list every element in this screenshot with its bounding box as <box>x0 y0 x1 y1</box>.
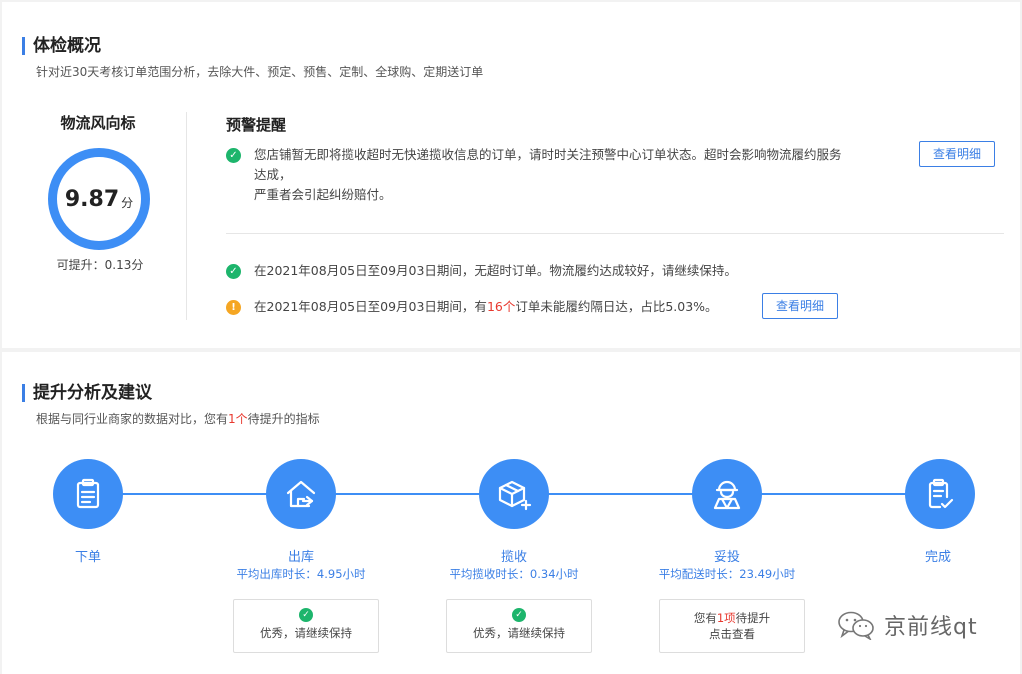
watermark: 京前线qt <box>836 609 978 641</box>
card-text: 优秀，请继续保持 <box>260 626 352 640</box>
alert-count: 16个 <box>486 299 516 314</box>
horizontal-divider <box>226 233 1004 234</box>
step-pickup[interactable] <box>479 459 549 529</box>
view-details-button[interactable]: 查看明细 <box>762 293 838 319</box>
check-circle-icon: ✓ <box>512 608 526 622</box>
warning-circle-icon: ! <box>226 300 241 315</box>
alert-text: 在2021年08月05日至09月03日期间，无超时订单。物流履约达成较好，请继续… <box>254 263 737 278</box>
package-pickup-icon <box>498 480 532 511</box>
alert-line: 达成， <box>254 167 292 182</box>
alert-line: 严重者会引起纠纷赔付。 <box>254 187 392 202</box>
step-metric: 平均配送时长：23.49小时 <box>658 567 796 581</box>
alert-text: 在2021年08月05日至09月03日期间，有16个订单未能履约隔日达，占比5.… <box>254 297 766 317</box>
wechat-icon <box>838 611 874 640</box>
alert-item: ✓ 您店铺暂无即将揽收超时无快递揽收信息的订单，请时时关注预警中心订单状态。超时… <box>226 145 926 205</box>
card-text: 您有1项待提升 <box>660 610 804 626</box>
analysis-count: 1个 <box>228 412 248 426</box>
step-order[interactable] <box>53 459 123 529</box>
card-text-post: 待提升 <box>735 611 771 625</box>
step-label: 完成 <box>924 550 951 565</box>
analysis-subtitle-post: 待提升的指标 <box>247 412 320 426</box>
analysis-title: 提升分析及建议 <box>22 383 152 403</box>
analysis-subtitle-pre: 根据与同行业商家的数据对比，您有 <box>36 412 229 426</box>
alert-text-pre: 在2021年08月05日至09月03日期间，有 <box>254 299 487 314</box>
overview-title: 体检概况 <box>22 36 101 56</box>
watermark-text: 京前线qt <box>884 615 978 640</box>
outbound-result-card: ✓ 优秀，请继续保持 <box>233 599 379 653</box>
improve-text: 可提升：0.13分 <box>56 258 144 272</box>
check-circle-icon: ✓ <box>226 264 241 279</box>
step-label: 妥投 <box>713 550 740 565</box>
warnings-title: 预警提醒 <box>226 116 287 134</box>
alert-line: 您店铺暂无即将揽收超时无快递揽收信息的订单，请时时关注预警中心订单状态。超时会影… <box>254 147 842 162</box>
analysis-subtitle: 根据与同行业商家的数据对比，您有1个待提升的指标 <box>36 411 320 427</box>
score-unit: 分 <box>121 195 134 210</box>
step-label: 揽收 <box>500 550 527 565</box>
card-text: 优秀，请继续保持 <box>473 626 565 640</box>
score-value: 9.87 <box>64 186 120 212</box>
vertical-divider <box>186 112 187 320</box>
alert-text-post: 订单未能履约隔日达，占比5.03%。 <box>515 299 718 314</box>
order-clipboard-icon <box>76 478 100 509</box>
card-count: 1项 <box>716 611 736 625</box>
warehouse-out-icon <box>286 480 316 508</box>
step-done[interactable] <box>905 459 975 529</box>
alert-item: ! 在2021年08月05日至09月03日期间，有16个订单未能履约隔日达，占比… <box>226 297 766 317</box>
done-clipboard-icon <box>928 478 954 509</box>
step-label: 出库 <box>287 550 314 565</box>
delivery-improve-card[interactable]: 您有1项待提升 点击查看 <box>659 599 805 653</box>
view-details-button[interactable]: 查看明细 <box>919 141 995 167</box>
check-circle-icon: ✓ <box>299 608 313 622</box>
step-outbound[interactable] <box>266 459 336 529</box>
step-metric: 平均揽收时长：0.34小时 <box>449 567 579 581</box>
score-ring: 9.87 分 <box>48 148 150 250</box>
alert-item: ✓ 在2021年08月05日至09月03日期间，无超时订单。物流履约达成较好，请… <box>226 261 966 281</box>
card-text-pre: 您有 <box>693 611 717 625</box>
check-circle-icon: ✓ <box>226 148 241 163</box>
step-delivery[interactable] <box>692 459 762 529</box>
score-title: 物流风向标 <box>60 114 136 132</box>
step-metric: 平均出库时长：4.95小时 <box>236 567 366 581</box>
courier-icon <box>713 480 741 510</box>
step-label: 下单 <box>74 550 101 565</box>
pickup-result-card: ✓ 优秀，请继续保持 <box>446 599 592 653</box>
view-link[interactable]: 点击查看 <box>660 626 804 642</box>
overview-subtitle: 针对近30天考核订单范围分析，去除大件、预定、预售、定制、全球购、定期送订单 <box>36 65 484 79</box>
